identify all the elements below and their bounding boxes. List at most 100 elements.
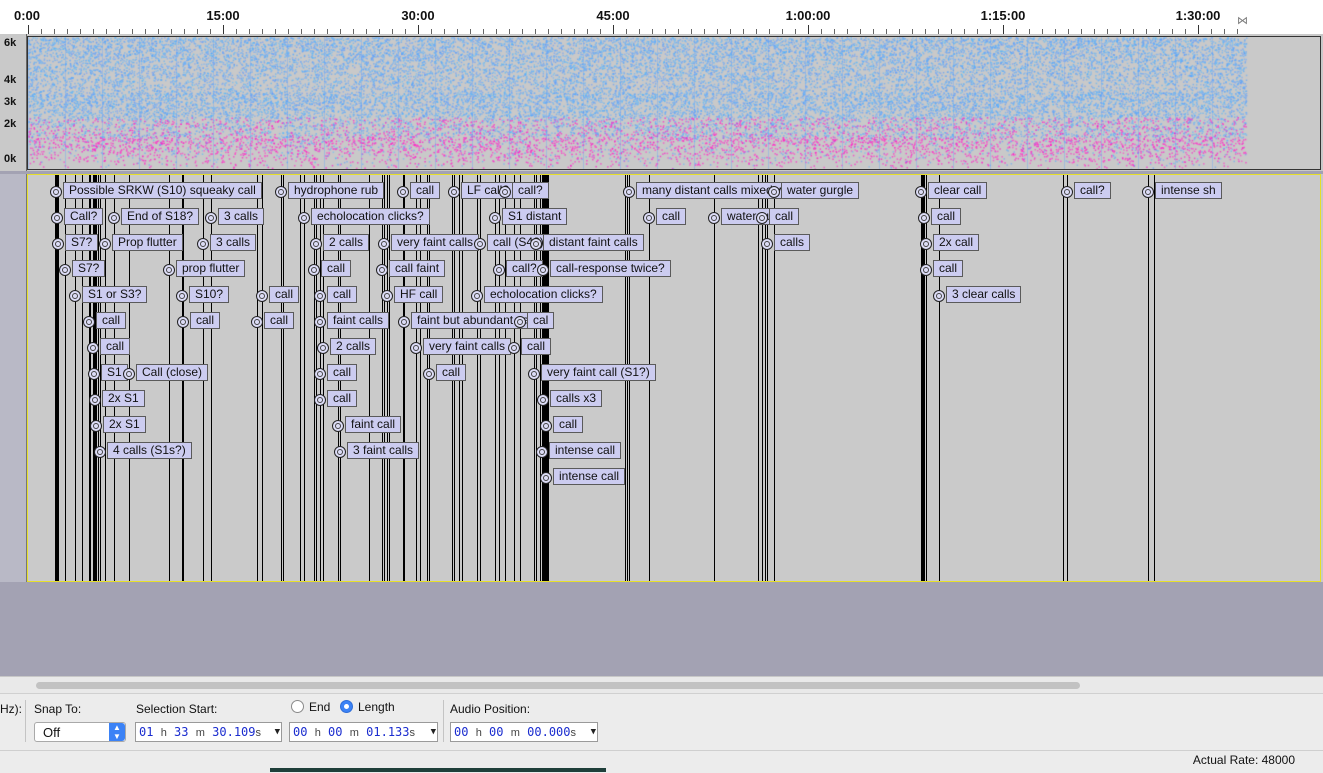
label-handle-icon[interactable] bbox=[499, 186, 511, 198]
end-radio[interactable] bbox=[291, 700, 304, 713]
label-text-box[interactable]: 2x S1 bbox=[102, 390, 145, 407]
label-handle-icon[interactable] bbox=[59, 264, 71, 276]
label-boundary-line[interactable] bbox=[714, 175, 715, 581]
label-handle-icon[interactable] bbox=[88, 368, 100, 380]
label-handle-icon[interactable] bbox=[308, 264, 320, 276]
label-text-box[interactable]: calls bbox=[774, 234, 811, 251]
label-boundary-line[interactable] bbox=[1148, 175, 1149, 581]
label-handle-icon[interactable] bbox=[381, 290, 393, 302]
label-boundary-line[interactable] bbox=[1067, 175, 1068, 581]
label-text-box[interactable]: call bbox=[327, 390, 358, 407]
label-handle-icon[interactable] bbox=[332, 420, 344, 432]
label-text-box[interactable]: very faint calls bbox=[391, 234, 480, 251]
label-text-box[interactable]: Prop flutter bbox=[112, 234, 183, 251]
label-handle-icon[interactable] bbox=[474, 238, 486, 250]
label-text-box[interactable]: End of S18? bbox=[121, 208, 200, 225]
label-handle-icon[interactable] bbox=[376, 264, 388, 276]
label-text-box[interactable]: 2x S1 bbox=[103, 416, 146, 433]
label-text-box[interactable]: 4 calls (S1s?) bbox=[107, 442, 192, 459]
label-handle-icon[interactable] bbox=[915, 186, 927, 198]
label-text-box[interactable]: 3 calls bbox=[210, 234, 257, 251]
label-text-box[interactable]: S10? bbox=[189, 286, 230, 303]
label-text-box[interactable]: S7? bbox=[65, 234, 99, 251]
label-boundary-line[interactable] bbox=[57, 175, 58, 581]
label-handle-icon[interactable] bbox=[493, 264, 505, 276]
label-boundary-line[interactable] bbox=[262, 175, 263, 581]
label-text-box[interactable]: call bbox=[410, 182, 441, 199]
label-handle-icon[interactable] bbox=[920, 238, 932, 250]
label-text-box[interactable]: call bbox=[269, 286, 300, 303]
label-text-box[interactable]: HF call bbox=[394, 286, 444, 303]
label-text-box[interactable]: Possible SRKW (S10) squeaky call bbox=[63, 182, 262, 199]
label-boundary-line[interactable] bbox=[281, 175, 282, 581]
label-boundary-line[interactable] bbox=[924, 175, 925, 581]
label-handle-icon[interactable] bbox=[205, 212, 217, 224]
label-handle-icon[interactable] bbox=[69, 290, 81, 302]
label-text-box[interactable]: distant faint calls bbox=[543, 234, 644, 251]
label-boundary-line[interactable] bbox=[1154, 175, 1155, 581]
label-boundary-line[interactable] bbox=[926, 175, 927, 581]
label-text-box[interactable]: call bbox=[931, 208, 962, 225]
label-handle-icon[interactable] bbox=[1061, 186, 1073, 198]
label-boundary-line[interactable] bbox=[767, 175, 768, 581]
label-text-box[interactable]: 3 clear calls bbox=[946, 286, 1022, 303]
label-track[interactable]: Possible SRKW (S10) squeaky call Call? S7?… bbox=[27, 174, 1321, 582]
label-handle-icon[interactable] bbox=[177, 316, 189, 328]
label-text-box[interactable]: echolocation clicks? bbox=[484, 286, 603, 303]
end-marker-icon[interactable]: ⋈ bbox=[1237, 14, 1248, 27]
label-boundary-line[interactable] bbox=[304, 175, 305, 581]
label-text-box[interactable]: call bbox=[521, 338, 552, 355]
label-handle-icon[interactable] bbox=[275, 186, 287, 198]
label-text-box[interactable]: S1 or S3? bbox=[82, 286, 148, 303]
chevron-down-icon[interactable]: ▼ bbox=[275, 723, 280, 741]
label-text-box[interactable]: 3 calls bbox=[218, 208, 265, 225]
label-boundary-line[interactable] bbox=[480, 175, 481, 581]
label-text-box[interactable]: call bbox=[436, 364, 467, 381]
snap-to-select[interactable]: Off ▲ ▼ bbox=[34, 722, 126, 742]
label-text-box[interactable]: call bbox=[264, 312, 295, 329]
label-handle-icon[interactable] bbox=[251, 316, 263, 328]
label-handle-icon[interactable] bbox=[314, 394, 326, 406]
label-handle-icon[interactable] bbox=[643, 212, 655, 224]
label-text-box[interactable]: call bbox=[321, 260, 352, 277]
label-boundary-line[interactable] bbox=[923, 175, 924, 581]
label-handle-icon[interactable] bbox=[314, 316, 326, 328]
label-handle-icon[interactable] bbox=[99, 238, 111, 250]
label-handle-icon[interactable] bbox=[528, 368, 540, 380]
label-text-box[interactable]: hydrophone rub bbox=[288, 182, 385, 199]
label-text-box[interactable]: Call (close) bbox=[136, 364, 209, 381]
label-handle-icon[interactable] bbox=[537, 394, 549, 406]
label-text-box[interactable]: call? bbox=[1074, 182, 1111, 199]
label-boundary-line[interactable] bbox=[762, 175, 763, 581]
label-boundary-line[interactable] bbox=[384, 175, 385, 581]
label-handle-icon[interactable] bbox=[298, 212, 310, 224]
label-handle-icon[interactable] bbox=[540, 420, 552, 432]
label-handle-icon[interactable] bbox=[378, 238, 390, 250]
length-radio[interactable] bbox=[340, 700, 353, 713]
label-text-box[interactable]: call bbox=[190, 312, 221, 329]
label-boundary-line[interactable] bbox=[387, 175, 388, 581]
label-handle-icon[interactable] bbox=[90, 420, 102, 432]
label-boundary-line[interactable] bbox=[55, 175, 56, 581]
label-handle-icon[interactable] bbox=[920, 264, 932, 276]
label-handle-icon[interactable] bbox=[50, 186, 62, 198]
label-handle-icon[interactable] bbox=[256, 290, 268, 302]
label-text-box[interactable]: call bbox=[656, 208, 687, 225]
label-handle-icon[interactable] bbox=[94, 446, 106, 458]
label-text-box[interactable]: faint call bbox=[345, 416, 402, 433]
label-text-box[interactable]: calls x3 bbox=[550, 390, 603, 407]
label-text-box[interactable]: intense call bbox=[553, 468, 626, 485]
label-text-box[interactable]: 3 faint calls bbox=[347, 442, 420, 459]
label-handle-icon[interactable] bbox=[471, 290, 483, 302]
label-handle-icon[interactable] bbox=[508, 342, 520, 354]
label-handle-icon[interactable] bbox=[314, 290, 326, 302]
label-text-box[interactable]: prop flutter bbox=[176, 260, 246, 277]
label-handle-icon[interactable] bbox=[623, 186, 635, 198]
label-boundary-line[interactable] bbox=[257, 175, 258, 581]
label-handle-icon[interactable] bbox=[163, 264, 175, 276]
label-handle-icon[interactable] bbox=[176, 290, 188, 302]
label-text-box[interactable]: 2x call bbox=[933, 234, 980, 251]
label-boundary-line[interactable] bbox=[300, 175, 301, 581]
label-text-box[interactable]: very faint call (S1?) bbox=[541, 364, 656, 381]
label-handle-icon[interactable] bbox=[123, 368, 135, 380]
